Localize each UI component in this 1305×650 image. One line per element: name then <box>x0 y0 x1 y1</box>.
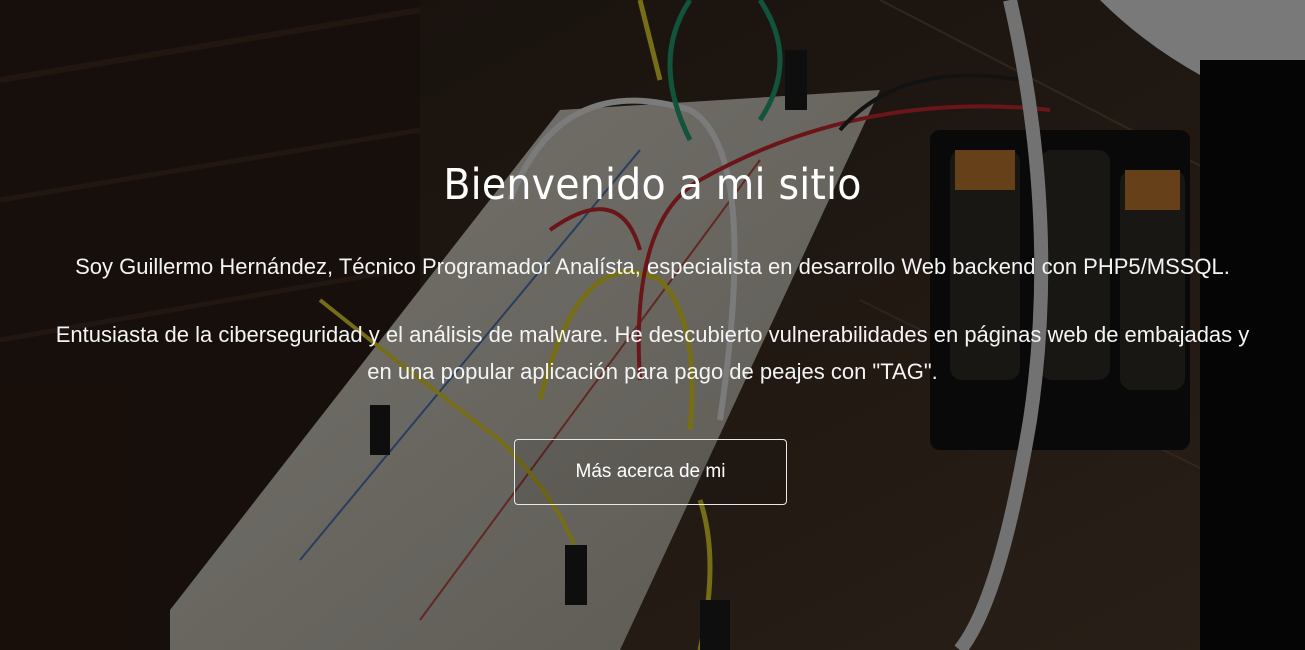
hero-security-paragraph: Entusiasta de la ciberseguridad y el aná… <box>0 316 1305 390</box>
hero-security-line-1: Entusiasta de la ciberseguridad y el aná… <box>55 322 1250 347</box>
hero-section: Bienvenido a mi sitio Soy Guillermo Hern… <box>0 0 1305 650</box>
hero-intro-text: Soy Guillermo Hernández, Técnico Program… <box>75 254 1230 279</box>
more-about-me-button[interactable]: Más acerca de mi <box>514 439 787 505</box>
hero-title: Bienvenido a mi sitio <box>443 160 862 210</box>
hero-security-line-2: en una popular aplicación para pago de p… <box>367 359 938 384</box>
hero-intro-paragraph: Soy Guillermo Hernández, Técnico Program… <box>0 248 1305 285</box>
